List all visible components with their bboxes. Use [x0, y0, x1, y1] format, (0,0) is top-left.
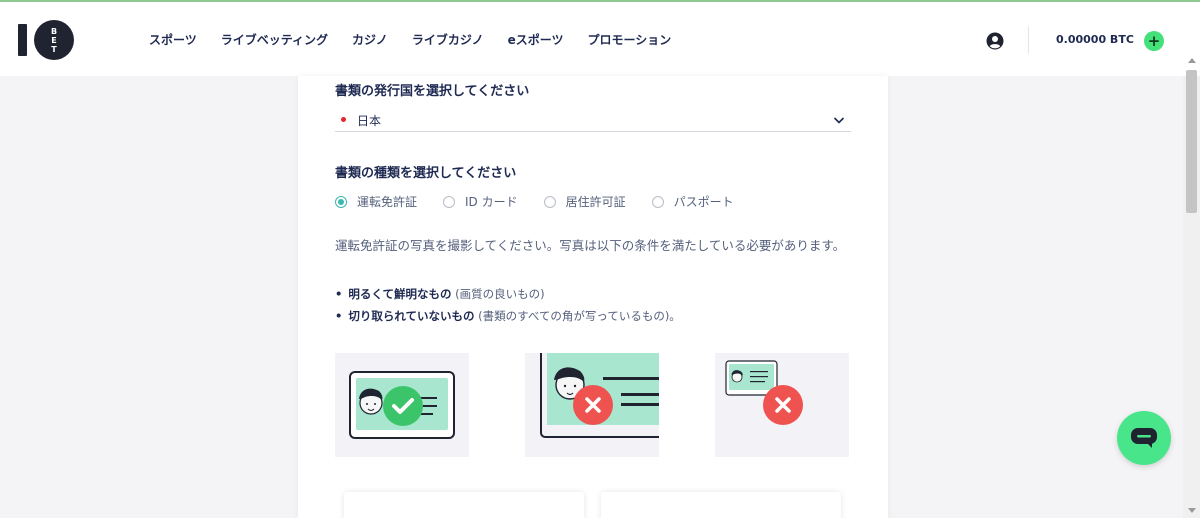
requirement-item: • 明るくて鮮明なもの (画質の良いもの)	[335, 286, 681, 302]
radio-indicator[interactable]	[543, 195, 556, 208]
upload-front-card[interactable]	[344, 492, 584, 518]
example-correct-photo	[335, 353, 469, 457]
country-select[interactable]: 日本	[335, 110, 851, 132]
top-navigation-bar: B E T スポーツ ライブベッティング カジノ ライブカジノ eスポーツ プロ…	[0, 0, 1200, 76]
country-label: 書類の発行国を選択してください	[335, 84, 530, 99]
radio-residence-permit[interactable]: 居住許可証	[543, 193, 626, 210]
scroll-up-arrow-icon[interactable]	[1188, 58, 1196, 63]
scroll-down-arrow-icon[interactable]	[1188, 508, 1196, 513]
id-card-correct-illustration	[349, 371, 455, 439]
svg-text:T: T	[51, 45, 57, 54]
main-nav: スポーツ ライブベッティング カジノ ライブカジノ eスポーツ プロモーション	[149, 31, 695, 48]
checkmark-icon	[383, 386, 423, 426]
radio-passport[interactable]: パスポート	[651, 193, 734, 210]
balance-amount[interactable]: 0.00000 BTC	[1056, 33, 1134, 46]
requirement-title: 切り取られていないもの	[348, 309, 475, 323]
bullet-icon: •	[335, 287, 343, 301]
nav-esports[interactable]: eスポーツ	[508, 31, 564, 48]
nav-live-casino[interactable]: ライブカジノ	[412, 31, 484, 48]
cross-icon	[763, 385, 803, 425]
nav-live-betting[interactable]: ライブベッティング	[221, 31, 328, 48]
svg-text:B: B	[51, 27, 57, 36]
radio-label: パスポート	[673, 195, 734, 209]
country-selected-value: 日本	[357, 114, 382, 128]
bullet-icon: •	[335, 309, 343, 323]
upload-back-card[interactable]	[601, 492, 841, 518]
user-circle-icon[interactable]	[986, 32, 1004, 50]
requirement-note: (画質の良いもの)	[451, 287, 545, 301]
document-type-radio-group: 運転免許証 ID カード 居住許可証 パスポート	[335, 193, 760, 210]
id-card-small-illustration	[725, 360, 803, 425]
scrollbar-thumb[interactable]	[1186, 70, 1197, 213]
radio-indicator[interactable]	[651, 195, 664, 208]
radio-label: 居住許可証	[565, 195, 626, 209]
add-funds-button[interactable]: +	[1144, 31, 1164, 51]
radio-drivers-license[interactable]: 運転免許証	[335, 193, 417, 210]
chat-support-button[interactable]	[1117, 411, 1171, 465]
document-verification-panel: 書類の発行国を選択してください 日本 書類の種類を選択してください 運転免許証 …	[298, 76, 888, 518]
header-divider	[1028, 26, 1029, 54]
svg-text:E: E	[51, 36, 56, 45]
nav-sports[interactable]: スポーツ	[149, 31, 197, 48]
cross-icon	[573, 385, 613, 425]
document-type-label: 書類の種類を選択してください	[335, 166, 517, 181]
japan-flag-icon	[341, 117, 346, 122]
requirements-list: • 明るくて鮮明なもの (画質の良いもの) • 切り取られていないもの (書類のすべ…	[335, 286, 681, 330]
requirement-note: (書類のすべての角が写っているもの)。	[474, 309, 681, 323]
id-card-cropped-illustration	[540, 353, 659, 438]
example-cropped-photo	[525, 353, 659, 457]
radio-label: 運転免許証	[357, 195, 418, 209]
radio-indicator[interactable]	[443, 195, 456, 208]
brand-logo[interactable]: B E T	[16, 18, 76, 62]
chevron-down-icon	[833, 117, 845, 124]
example-too-small-photo	[715, 353, 849, 457]
photo-instructions: 運転免許証の写真を撮影してください。写真は以下の条件を満たしている必要があります…	[335, 238, 846, 253]
radio-label: ID カード	[465, 195, 518, 209]
chat-bubble-icon	[1131, 428, 1157, 448]
requirement-title: 明るくて鮮明なもの	[348, 287, 452, 301]
radio-selected-indicator[interactable]	[335, 195, 347, 208]
nav-casino[interactable]: カジノ	[352, 31, 388, 48]
nav-promotions[interactable]: プロモーション	[587, 31, 671, 48]
requirement-item: • 切り取られていないもの (書類のすべての角が写っているもの)。	[335, 308, 681, 324]
radio-id-card[interactable]: ID カード	[443, 193, 518, 210]
